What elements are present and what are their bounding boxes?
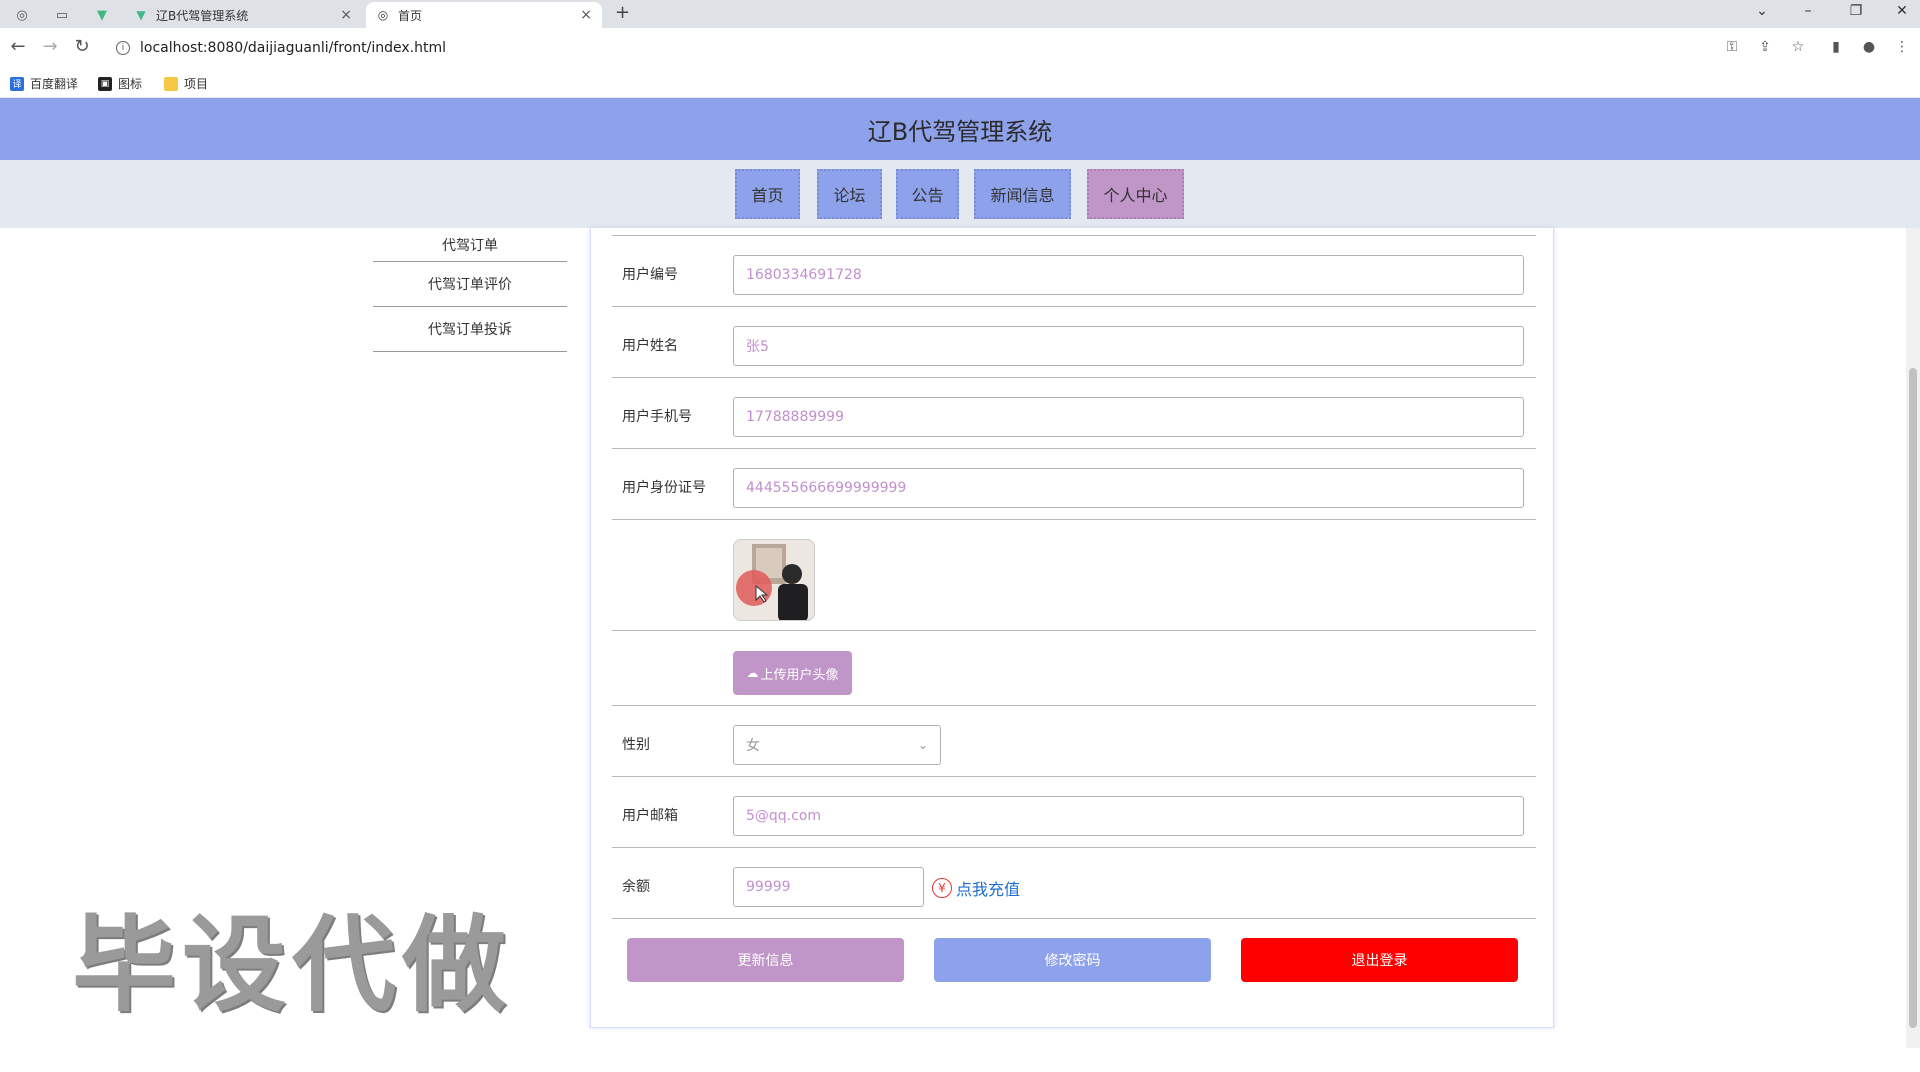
close-icon[interactable]: × bbox=[340, 7, 352, 23]
phone-label: 用户手机号 bbox=[622, 409, 692, 425]
sidebar-item-orders[interactable]: 代驾订单 bbox=[373, 228, 567, 262]
back-icon[interactable]: ← bbox=[6, 36, 30, 57]
yen-icon: ¥ bbox=[932, 878, 952, 898]
id-card-field[interactable]: 444555666699999999 bbox=[733, 468, 1524, 508]
folder-icon bbox=[164, 76, 178, 91]
tab-label: 辽B代驾管理系统 bbox=[156, 8, 249, 23]
user-id-field[interactable]: 1680334691728 bbox=[733, 255, 1524, 295]
divider bbox=[612, 519, 1536, 520]
nav-home[interactable]: 首页 bbox=[735, 169, 800, 219]
tab-label: 首页 bbox=[398, 8, 423, 23]
more-menu-icon[interactable]: ⋮ bbox=[1892, 39, 1912, 55]
divider bbox=[612, 705, 1536, 706]
nav-announcement[interactable]: 公告 bbox=[896, 169, 959, 219]
nav-forum[interactable]: 论坛 bbox=[817, 169, 882, 219]
upload-avatar-button[interactable]: ☁ 上传用户头像 bbox=[733, 651, 852, 695]
user-name-field[interactable]: 张5 bbox=[733, 326, 1524, 366]
side-panel-icon[interactable]: ▮ bbox=[1826, 39, 1846, 55]
bookmark-label: 百度翻译 bbox=[30, 77, 79, 91]
sidebar-item-order-reviews[interactable]: 代驾订单评价 bbox=[373, 262, 567, 307]
close-icon[interactable]: × bbox=[580, 7, 592, 23]
main-nav: 首页 论坛 公告 新闻信息 个人中心 bbox=[0, 160, 1920, 228]
bookmark-translate[interactable]: 译 百度翻译 bbox=[10, 75, 78, 92]
id-card-label: 用户身份证号 bbox=[622, 480, 706, 496]
bookmark-icons[interactable]: ▣ 图标 bbox=[98, 75, 142, 92]
phone-field[interactable]: 17788889999 bbox=[733, 397, 1524, 437]
profile-form-panel: 用户编号 1680334691728 用户姓名 张5 用户手机号 1778888… bbox=[590, 228, 1554, 1028]
recharge-link[interactable]: ¥ 点我充值 bbox=[932, 876, 1020, 900]
nav-personal-center[interactable]: 个人中心 bbox=[1087, 169, 1184, 219]
forward-icon[interactable]: → bbox=[38, 36, 62, 57]
gender-value: 女 bbox=[746, 738, 760, 754]
globe-icon[interactable]: ◎ bbox=[8, 2, 36, 28]
url-field[interactable]: i localhost:8080/daijiaguanli/front/inde… bbox=[106, 34, 1666, 62]
site-info-icon[interactable]: i bbox=[116, 41, 130, 55]
tab-home[interactable]: ◎ 首页 × bbox=[366, 2, 602, 28]
upload-avatar-label: 上传用户头像 bbox=[760, 667, 839, 683]
globe-icon: ◎ bbox=[377, 8, 389, 22]
email-label: 用户邮箱 bbox=[622, 808, 678, 824]
update-info-button[interactable]: 更新信息 bbox=[627, 938, 904, 982]
balance-label: 余额 bbox=[622, 879, 650, 895]
bookmark-label: 图标 bbox=[118, 77, 143, 91]
divider bbox=[612, 448, 1536, 449]
chevron-down-icon: ⌄ bbox=[917, 738, 928, 752]
tab-search-icon[interactable]: ⌄ bbox=[1744, 0, 1780, 22]
vue-logo-icon[interactable]: ▼ bbox=[88, 2, 116, 28]
balance-field[interactable]: 99999 bbox=[733, 867, 924, 907]
site-header: 辽B代驾管理系统 bbox=[0, 98, 1920, 160]
url-text: localhost:8080/daijiaguanli/front/index.… bbox=[140, 40, 446, 56]
email-field[interactable]: 5@qq.com bbox=[733, 796, 1524, 836]
sidebar-item-order-complaints[interactable]: 代驾订单投诉 bbox=[373, 307, 567, 352]
divider bbox=[612, 377, 1536, 378]
gender-label: 性别 bbox=[622, 737, 650, 753]
share-icon[interactable]: ⇪ bbox=[1755, 39, 1775, 55]
bookmarks-bar: 译 百度翻译 ▣ 图标 项目 bbox=[0, 68, 1920, 98]
translate-icon: 译 bbox=[10, 76, 24, 91]
image-icon: ▣ bbox=[98, 76, 112, 91]
change-password-button[interactable]: 修改密码 bbox=[934, 938, 1211, 982]
vue-logo-icon: ▼ bbox=[136, 8, 146, 22]
restore-icon[interactable]: ❐ bbox=[1838, 0, 1874, 22]
browser-tab-strip: ◎ ▭ ▼ ▼ 辽B代驾管理系统 × ◎ 首页 × + ⌄ – ❐ ✕ bbox=[0, 0, 1920, 28]
divider bbox=[612, 776, 1536, 777]
blank-tab-icon[interactable]: ▭ bbox=[48, 2, 76, 28]
user-id-label: 用户编号 bbox=[622, 267, 678, 283]
user-name-label: 用户姓名 bbox=[622, 338, 678, 354]
reload-icon[interactable]: ↻ bbox=[70, 36, 94, 57]
nav-news[interactable]: 新闻信息 bbox=[974, 169, 1071, 219]
avatar-photo bbox=[734, 540, 814, 620]
cloud-upload-icon: ☁ bbox=[746, 666, 759, 680]
divider bbox=[612, 630, 1536, 631]
site-title: 辽B代驾管理系统 bbox=[867, 117, 1053, 146]
bookmark-label: 项目 bbox=[184, 77, 209, 91]
address-bar-row: ← → ↻ i localhost:8080/daijiaguanli/fron… bbox=[0, 28, 1920, 68]
watermark-text: 毕设代做 bbox=[72, 904, 513, 1026]
tab-admin-system[interactable]: ▼ 辽B代驾管理系统 × bbox=[124, 2, 362, 28]
profile-icon[interactable]: ● bbox=[1859, 39, 1879, 55]
new-tab-icon[interactable]: + bbox=[615, 2, 630, 23]
divider bbox=[612, 235, 1536, 236]
divider bbox=[612, 918, 1536, 919]
page-scrollbar[interactable] bbox=[1906, 228, 1920, 1048]
gender-select[interactable]: 女 ⌄ bbox=[733, 725, 941, 765]
recharge-label: 点我充值 bbox=[956, 880, 1021, 899]
divider bbox=[612, 847, 1536, 848]
window-close-icon[interactable]: ✕ bbox=[1884, 0, 1920, 22]
divider bbox=[612, 306, 1536, 307]
logout-button[interactable]: 退出登录 bbox=[1241, 938, 1518, 982]
user-avatar[interactable] bbox=[733, 539, 815, 621]
key-icon[interactable]: ⚿ bbox=[1722, 39, 1742, 55]
star-icon[interactable]: ☆ bbox=[1788, 39, 1808, 55]
bookmark-project[interactable]: 项目 bbox=[164, 75, 208, 92]
minimize-icon[interactable]: – bbox=[1790, 0, 1826, 22]
scrollbar-thumb[interactable] bbox=[1909, 368, 1917, 1028]
personal-center-sidebar: 代驾订单 代驾订单评价 代驾订单投诉 bbox=[373, 228, 567, 352]
